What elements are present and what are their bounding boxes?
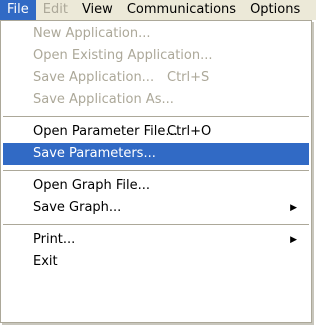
menu-item-label: Save Parameters... [33, 146, 156, 161]
menu-item-open-existing-application[interactable]: Open Existing Application... [3, 45, 309, 67]
submenu-arrow-icon: ▶ [290, 203, 297, 213]
menu-item-label: Save Application As... [33, 92, 174, 107]
menu-item-label: Save Application... [33, 70, 155, 85]
menu-item-exit[interactable]: Exit [3, 251, 309, 273]
shortcut-label: Ctrl+O [167, 124, 212, 139]
menu-bar: File Edit View Communications Options [0, 0, 316, 20]
file-dropdown-menu: New Application... Open Existing Applica… [0, 20, 312, 323]
submenu-arrow-icon: ▶ [290, 235, 297, 245]
menu-item-save-graph[interactable]: Save Graph... ▶ [3, 197, 309, 219]
menu-item-label: Exit [33, 254, 58, 269]
menu-item-label: New Application... [33, 26, 151, 41]
menu-view[interactable]: View [75, 0, 120, 20]
menu-item-save-application[interactable]: Save Application... Ctrl+S [3, 67, 309, 89]
menu-item-save-application-as[interactable]: Save Application As... [3, 89, 309, 111]
menu-file[interactable]: File [0, 0, 36, 20]
menu-separator [3, 224, 309, 225]
menu-communications[interactable]: Communications [120, 0, 243, 20]
menu-item-save-parameters[interactable]: Save Parameters... [3, 143, 309, 165]
shortcut-label: Ctrl+S [167, 70, 210, 85]
menu-item-open-parameter-file[interactable]: Open Parameter File... Ctrl+O [3, 121, 309, 143]
menu-item-label: Open Parameter File... [33, 124, 178, 139]
menu-item-label: Print... [33, 232, 76, 247]
menu-separator [3, 116, 309, 117]
menu-item-label: Save Graph... [33, 200, 122, 215]
menu-item-label: Open Existing Application... [33, 48, 213, 63]
menu-item-new-application[interactable]: New Application... [3, 23, 309, 45]
menu-edit[interactable]: Edit [36, 0, 75, 20]
menu-item-print[interactable]: Print... ▶ [3, 229, 309, 251]
menu-options[interactable]: Options [243, 0, 307, 20]
menu-separator [3, 170, 309, 171]
menu-item-label: Open Graph File... [33, 178, 151, 193]
menu-item-open-graph-file[interactable]: Open Graph File... [3, 175, 309, 197]
